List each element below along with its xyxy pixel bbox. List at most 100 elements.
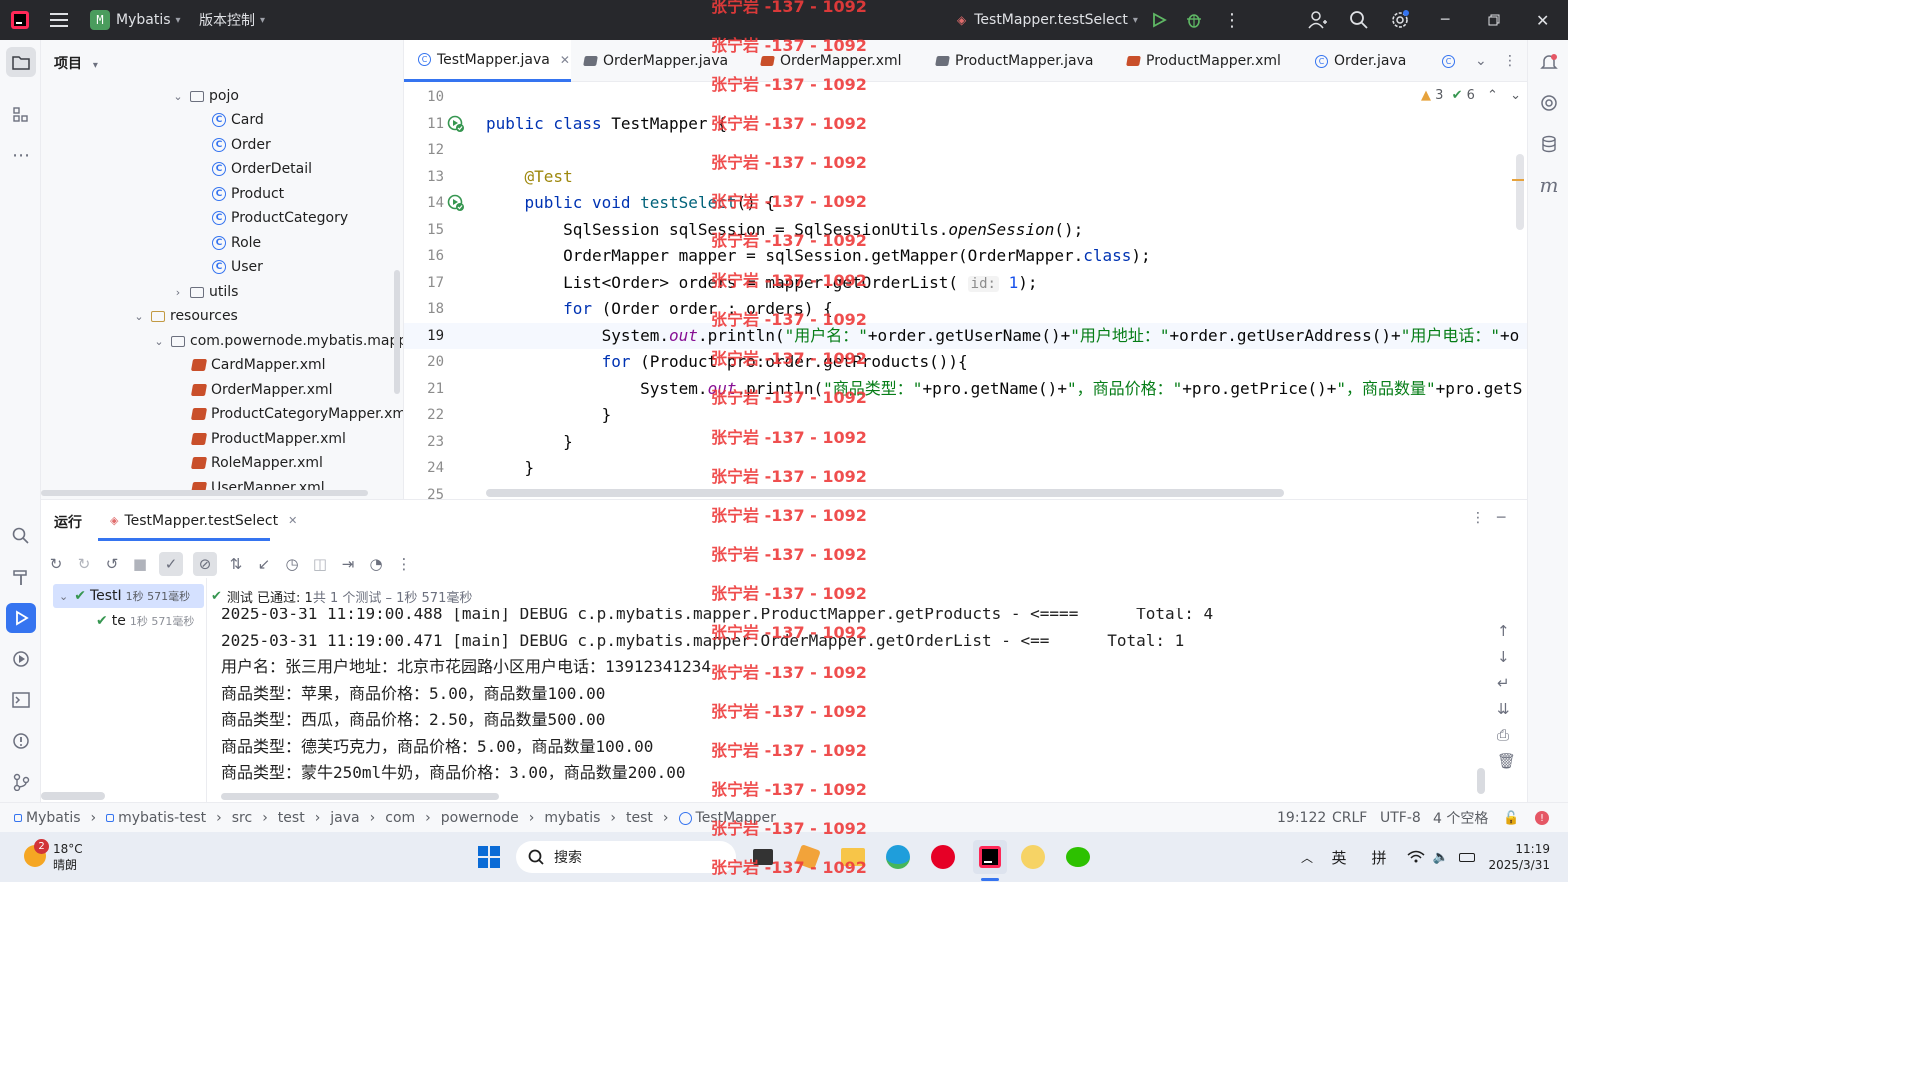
wifi-icon[interactable] (1406, 847, 1426, 867)
soft-wrap-icon[interactable]: ↵ (1497, 674, 1516, 692)
main-menu-icon[interactable] (50, 0, 70, 40)
search-icon[interactable] (1349, 0, 1369, 40)
git-icon[interactable] (6, 767, 36, 797)
tree-item-utils[interactable]: › utils (171, 280, 239, 304)
breadcrumb-item[interactable]: Mybatis (26, 810, 81, 826)
line-separator[interactable]: CRLF (1332, 803, 1367, 833)
find-icon[interactable] (6, 521, 36, 551)
run-options-icon[interactable]: ⋮ (1471, 510, 1485, 526)
wechat-icon[interactable] (1063, 842, 1093, 872)
rerun-failed-icon[interactable]: ↻ (75, 555, 93, 573)
tree-item-productmapper-xml[interactable]: ProductMapper.xml (190, 427, 346, 451)
lock-icon[interactable]: 🔓 (1503, 803, 1519, 833)
ime-language[interactable]: 英 (1328, 846, 1350, 868)
tab-testmapper-java[interactable]: C TestMapper.java ✕ (404, 40, 571, 82)
tab-productmapper-xml[interactable]: ProductMapper.xml (1126, 40, 1281, 82)
edge-browser-icon[interactable] (883, 842, 913, 872)
editor-horizontal-scrollbar[interactable] (486, 489, 1284, 497)
tree-item-user[interactable]: C User (212, 255, 263, 279)
close-icon[interactable]: ✕ (560, 53, 570, 67)
project-switcher[interactable]: M Mybatis ▾ (90, 0, 181, 40)
tree-item-product[interactable]: C Product (212, 182, 284, 206)
app-logo-icon[interactable] (10, 0, 30, 40)
show-ignored-icon[interactable]: ⊘ (193, 552, 217, 576)
tree-item-pojo[interactable]: ⌄ pojo (171, 84, 239, 108)
rerun-icon[interactable]: ↻ (47, 555, 65, 573)
volume-icon[interactable]: 🔈 (1431, 847, 1451, 867)
tab-overflow-class[interactable]: C (1442, 40, 1461, 82)
tree-item-card[interactable]: C Card (212, 108, 264, 132)
tree-item-orderdetail[interactable]: C OrderDetail (212, 157, 312, 181)
print-icon[interactable]: ⎙ (1497, 726, 1516, 744)
tab-order-java[interactable]: C Order.java (1315, 40, 1406, 82)
minimize-panel-icon[interactable]: ─ (1497, 510, 1505, 526)
close-icon[interactable]: ✕ (1536, 0, 1549, 40)
scroll-to-end-icon[interactable]: ⇊ (1497, 700, 1516, 718)
scroll-down-icon[interactable]: ↓ (1497, 648, 1516, 666)
more-icon[interactable]: ⋮ (395, 555, 413, 573)
test-tree-scrollbar[interactable] (41, 792, 105, 800)
run-test-gutter-icon[interactable] (447, 115, 465, 137)
settings-gear-icon[interactable] (1390, 0, 1410, 40)
breadcrumb-item[interactable]: src (232, 810, 252, 826)
editor-vertical-scrollbar[interactable] (1516, 154, 1524, 230)
caret-position[interactable]: 19:122 (1277, 803, 1326, 833)
problems-icon[interactable] (6, 726, 36, 756)
show-passed-icon[interactable]: ✓ (159, 552, 183, 576)
screenshot-icon[interactable]: ◫ (311, 555, 329, 573)
breadcrumb-item[interactable]: com (385, 810, 415, 826)
taskbar-search[interactable]: 搜索 (516, 841, 736, 873)
sort-alphabetically-icon[interactable]: ⇅ (227, 555, 245, 573)
structure-icon[interactable] (6, 100, 36, 130)
console-horizontal-scrollbar[interactable] (221, 793, 499, 800)
debug-icon[interactable] (1185, 0, 1203, 40)
sort-duration-icon[interactable]: ◷ (283, 555, 301, 573)
clear-all-icon[interactable]: 🗑 (1497, 752, 1516, 770)
toggle-auto-test-icon[interactable]: ↺ (103, 555, 121, 573)
weather-widget[interactable]: 18°C 晴朗 (53, 841, 83, 873)
run-method-gutter-icon[interactable] (447, 194, 465, 216)
battery-icon[interactable] (1456, 847, 1478, 867)
tree-item-resources[interactable]: ⌄ resources (132, 304, 237, 328)
tray-overflow-icon[interactable]: ︿ (1298, 847, 1316, 867)
breadcrumb-item[interactable]: mybatis (544, 810, 600, 826)
close-icon[interactable]: ✕ (288, 514, 297, 527)
weather-icon[interactable]: 2 (20, 839, 50, 871)
tabs-dropdown-icon[interactable]: ⌄ (1475, 40, 1487, 82)
breadcrumb-item[interactable]: test (278, 810, 305, 826)
build-hammer-icon[interactable] (6, 562, 36, 592)
stop-icon[interactable]: ■ (131, 555, 149, 573)
notifications-bell-icon[interactable] (1534, 47, 1564, 77)
tree-item-productcategory[interactable]: C ProductCategory (212, 206, 348, 230)
run-tool-icon[interactable] (6, 603, 36, 633)
more-tools-icon[interactable]: ⋯ (6, 140, 36, 170)
restore-icon[interactable] (1488, 0, 1500, 40)
run-icon[interactable] (1151, 0, 1167, 40)
tab-productmapper-java[interactable]: ProductMapper.java (935, 40, 1093, 82)
windows-start-icon[interactable] (474, 842, 504, 872)
app-chick-icon[interactable] (1018, 842, 1048, 872)
test-tree-root[interactable]: ⌄ ✔ TestI 1秒 571毫秒 (53, 584, 204, 608)
ai-assistant-icon[interactable] (1534, 88, 1564, 118)
breadcrumb-item[interactable]: mybatis-test (118, 810, 206, 826)
error-indicator-icon[interactable]: ! (1535, 803, 1549, 833)
project-horizontal-scrollbar[interactable] (41, 490, 368, 496)
tabs-more-icon[interactable]: ⋮ (1503, 40, 1517, 82)
clock[interactable]: 11:19 2025/3/31 (1488, 841, 1550, 873)
code-editor[interactable]: ▲ 3 ✔ 6 ⌃ ⌄ 10 11 12 13 14 15 16 17 18 1… (404, 82, 1527, 499)
tree-item-role[interactable]: C Role (212, 231, 261, 255)
chevron-up-icon[interactable]: ⌃ (1487, 88, 1498, 103)
import-tests-icon[interactable]: ⇥ (339, 555, 357, 573)
inspection-widget[interactable]: ▲ 3 ✔ 6 ⌃ ⌄ (1421, 88, 1521, 103)
tree-item-mapper-folder[interactable]: ⌄ com.powernode.mybatis.mapper (152, 329, 403, 353)
tree-item-order[interactable]: C Order (212, 133, 271, 157)
more-actions-icon[interactable]: ⋮ (1223, 0, 1241, 40)
tree-item-ordermapper-xml[interactable]: OrderMapper.xml (190, 378, 333, 402)
intellij-idea-icon[interactable] (973, 840, 1007, 874)
breadcrumb-item[interactable]: java (330, 810, 359, 826)
breadcrumb-item[interactable]: powernode (441, 810, 519, 826)
netease-music-icon[interactable] (928, 842, 958, 872)
tree-item-productcategorymapper-xml[interactable]: ProductCategoryMapper.xml (190, 402, 403, 426)
chevron-down-icon[interactable]: ⌄ (1510, 88, 1521, 103)
tree-item-cardmapper-xml[interactable]: CardMapper.xml (190, 353, 326, 377)
